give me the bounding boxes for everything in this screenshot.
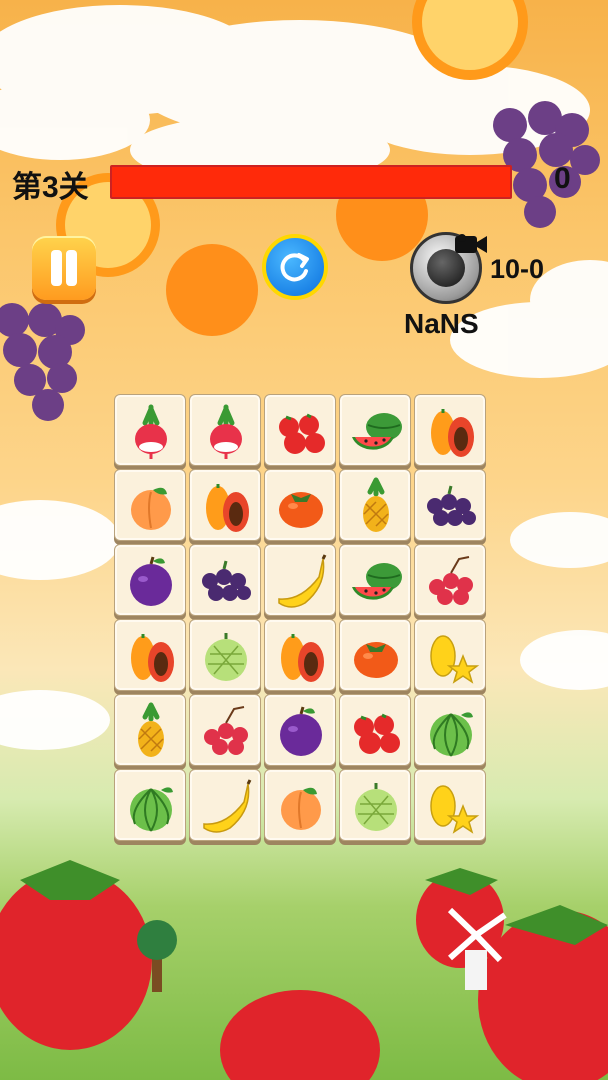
tile-radish[interactable] (114, 394, 186, 466)
banana-icon (203, 779, 252, 833)
tile-banana[interactable] (264, 544, 336, 616)
refresh-icon (280, 253, 309, 282)
tile-peach[interactable] (264, 769, 336, 841)
grapes-icon (202, 560, 251, 601)
lychee-icon (429, 556, 473, 605)
plum-icon (280, 706, 322, 756)
tile-pineapple[interactable] (114, 694, 186, 766)
tile-custard-apple[interactable] (339, 769, 411, 841)
level-progress-bar (110, 165, 512, 199)
grapes-left (0, 303, 85, 421)
pineapple-icon (138, 702, 164, 757)
tile-papaya[interactable] (264, 619, 336, 691)
watermelon-icon (352, 413, 402, 450)
persimmon-icon (354, 642, 398, 678)
tile-plum[interactable] (264, 694, 336, 766)
tile-grapes[interactable] (189, 544, 261, 616)
tile-watermelon[interactable] (339, 394, 411, 466)
tile-persimmon[interactable] (264, 469, 336, 541)
pause-icon-bar (66, 250, 77, 286)
tile-plum[interactable] (114, 544, 186, 616)
banana-icon (278, 554, 327, 608)
tile-lychee[interactable] (189, 694, 261, 766)
plum-icon (130, 556, 172, 606)
tile-melon[interactable] (414, 694, 486, 766)
tile-grapes[interactable] (414, 469, 486, 541)
papaya-icon (281, 634, 324, 682)
papaya-icon (131, 634, 174, 682)
timer-label: NaNS (404, 308, 479, 339)
tile-persimmon[interactable] (339, 619, 411, 691)
tile-watermelon[interactable] (339, 544, 411, 616)
starfruit-icon (430, 785, 480, 834)
papaya-icon (431, 409, 474, 457)
persimmon-icon (279, 492, 323, 528)
peach-icon (281, 787, 321, 830)
pineapple-icon (363, 477, 389, 532)
tile-papaya[interactable] (114, 619, 186, 691)
papaya-icon (206, 484, 249, 532)
orange-whole (166, 244, 258, 336)
tile-tomato[interactable] (339, 694, 411, 766)
game-board (114, 394, 494, 846)
lychee-icon (204, 706, 248, 755)
melon-icon (430, 712, 473, 757)
level-label: 第3关 (12, 171, 89, 204)
tile-peach[interactable] (114, 469, 186, 541)
tile-pineapple[interactable] (339, 469, 411, 541)
tile-papaya[interactable] (189, 469, 261, 541)
custard-apple-icon (355, 783, 397, 831)
refresh-button[interactable] (262, 234, 328, 300)
score-value: 0 (554, 162, 571, 195)
strawberry-left (0, 860, 152, 1050)
tile-tomato[interactable] (264, 394, 336, 466)
pause-icon (51, 250, 62, 286)
tile-starfruit[interactable] (414, 769, 486, 841)
radish-icon (210, 404, 242, 459)
starfruit-icon (430, 635, 480, 684)
watermelon-icon (352, 563, 402, 600)
custard-apple-icon (205, 633, 247, 681)
pause-button[interactable] (32, 236, 96, 300)
level-progress-fill (112, 167, 510, 197)
grapes-icon (427, 485, 476, 526)
tile-papaya[interactable] (414, 394, 486, 466)
tile-lychee[interactable] (414, 544, 486, 616)
tile-melon[interactable] (114, 769, 186, 841)
tomato-icon (354, 713, 400, 754)
radish-icon (135, 404, 167, 459)
tomato-icon (279, 413, 325, 454)
tile-banana[interactable] (189, 769, 261, 841)
video-camera-icon (455, 234, 487, 253)
tile-custard-apple[interactable] (189, 619, 261, 691)
tile-starfruit[interactable] (414, 619, 486, 691)
melon-icon (130, 787, 173, 832)
peach-icon (131, 487, 171, 530)
tile-radish[interactable] (189, 394, 261, 466)
bomb-count: 10-0 (490, 254, 545, 284)
strawberry-bottom (220, 990, 380, 1080)
